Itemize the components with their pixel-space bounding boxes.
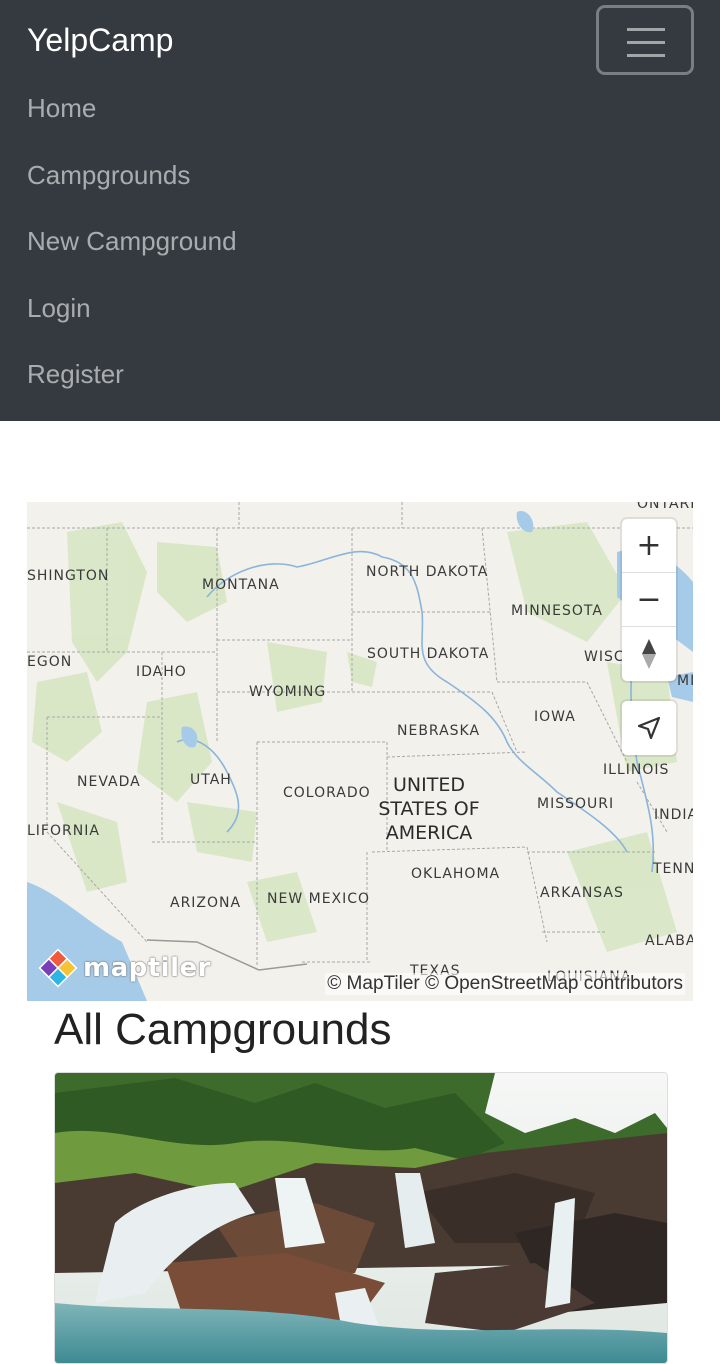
map-label-iowa: IOWA [534,709,576,725]
map-label-missouri: MISSOURI [537,796,615,812]
map-label-indiana: INDIA [654,807,693,823]
campground-card[interactable] [54,1072,668,1364]
compass-icon [642,639,656,669]
maptiler-diamond-icon [38,948,78,988]
map-label-nebraska: NEBRASKA [397,723,481,739]
map-label-country: UNITED STATES OF AMERICA [378,774,480,844]
navbar-toggler-button[interactable] [596,5,694,75]
map-label-montana: MONTANA [202,577,280,593]
brand-link[interactable]: YelpCamp [27,20,173,60]
map-label-colorado: COLORADO [283,785,371,801]
compass-button[interactable] [622,627,676,681]
nav-link-campgrounds[interactable]: Campgrounds [27,158,190,192]
zoom-in-button[interactable]: + [622,519,676,573]
navbar: YelpCamp Home Campgrounds New Campground… [0,0,720,421]
map-label-south-dakota: SOUTH DAKOTA [367,646,490,662]
map-label-new-mexico: NEW MEXICO [267,891,371,907]
geolocate-button[interactable] [622,701,676,755]
map-label-alabama: ALABA [645,933,693,949]
map-label-wisconsin: WISC [584,649,625,665]
page-title: All Campgrounds [54,1005,392,1054]
nav-link-login[interactable]: Login [27,291,91,325]
map-label-minnesota: MINNESOTA [511,603,603,619]
map-label-california: LIFORNIA [27,823,100,839]
geolocate-control [622,701,676,755]
map-label-illinois: ILLINOIS [603,762,670,778]
campground-image [55,1073,667,1363]
campground-cluster-map[interactable]: SHINGTON MONTANA NORTH DAKOTA MINNESOTA … [27,502,693,1001]
map-label-north-dakota: NORTH DAKOTA [366,564,489,580]
map-label-ontario: ONTARIO [637,502,693,512]
map-label-michigan: MI [677,673,693,689]
map-label-washington: SHINGTON [27,568,110,584]
map-label-nevada: NEVADA [77,774,141,790]
zoom-out-button[interactable]: − [622,573,676,627]
map-label-oklahoma: OKLAHOMA [411,866,501,882]
maptiler-logo-text: maptiler [83,953,211,983]
map-label-utah: UTAH [190,772,232,788]
map-label-idaho: IDAHO [136,664,187,680]
hamburger-icon [627,28,665,31]
map-label-wyoming: WYOMING [249,684,327,700]
map-label-tennessee: TENN [653,861,693,877]
nav-link-new-campground[interactable]: New Campground [27,224,237,258]
nav-link-home[interactable]: Home [27,91,96,125]
map-label-oregon: EGON [27,654,73,670]
map-base-layer [27,502,693,1001]
nav-link-register[interactable]: Register [27,357,124,391]
map-navigation-control: + − [622,519,676,681]
location-arrow-icon [637,716,661,740]
map-label-arizona: ARIZONA [170,895,242,911]
maptiler-logo[interactable]: maptiler [37,947,211,989]
map-attribution[interactable]: © MapTiler © OpenStreetMap contributors [325,973,685,995]
map-label-arkansas: ARKANSAS [540,885,624,901]
